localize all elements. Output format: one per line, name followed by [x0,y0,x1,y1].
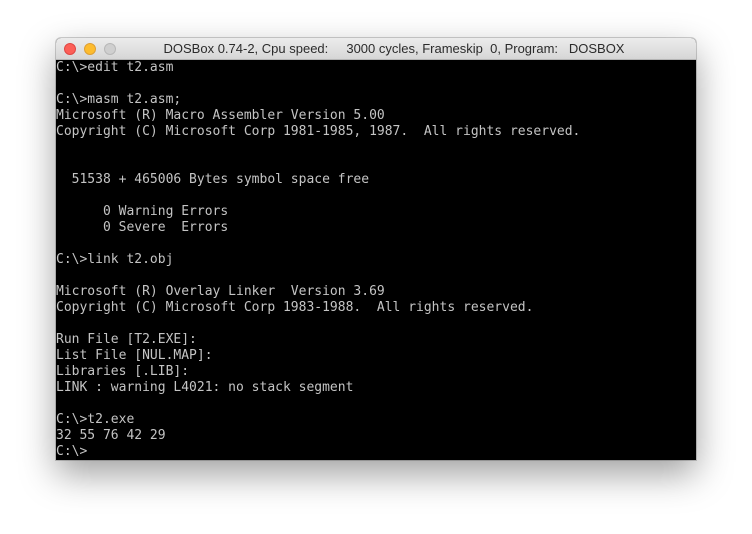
console-line: C:\>t2.exe [56,412,135,427]
window-title: DOSBox 0.74-2, Cpu speed: 3000 cycles, F… [163,41,625,56]
console-prompt: C:\> [56,444,88,459]
console-line: Libraries [.LIB]: [56,364,190,379]
console-line: Microsoft (R) Overlay Linker Version 3.6… [56,284,385,299]
console-line: 32 55 76 42 29 [56,428,166,443]
console-line: Copyright (C) Microsoft Corp 1981-1985, … [56,124,581,139]
console-line: List File [NUL.MAP]: [56,348,213,363]
console-line: C:\>edit t2.asm [56,60,174,75]
title-bar[interactable]: DOSBox 0.74-2, Cpu speed: 3000 cycles, F… [56,38,696,60]
console-line: Copyright (C) Microsoft Corp 1983-1988. … [56,300,534,315]
console-line: Microsoft (R) Macro Assembler Version 5.… [56,108,385,123]
dos-console[interactable]: C:\>edit t2.asm C:\>masm t2.asm; Microso… [56,60,696,460]
console-line: Run File [T2.EXE]: [56,332,197,347]
console-line: LINK : warning L4021: no stack segment [56,380,354,395]
dosbox-window: DOSBox 0.74-2, Cpu speed: 3000 cycles, F… [56,38,696,460]
console-line: C:\>link t2.obj [56,252,174,267]
console-line: 0 Severe Errors [56,220,229,235]
console-line: 51538 + 465006 Bytes symbol space free [56,172,370,187]
console-line: 0 Warning Errors [56,204,229,219]
console-line: C:\>masm t2.asm; [56,92,182,107]
